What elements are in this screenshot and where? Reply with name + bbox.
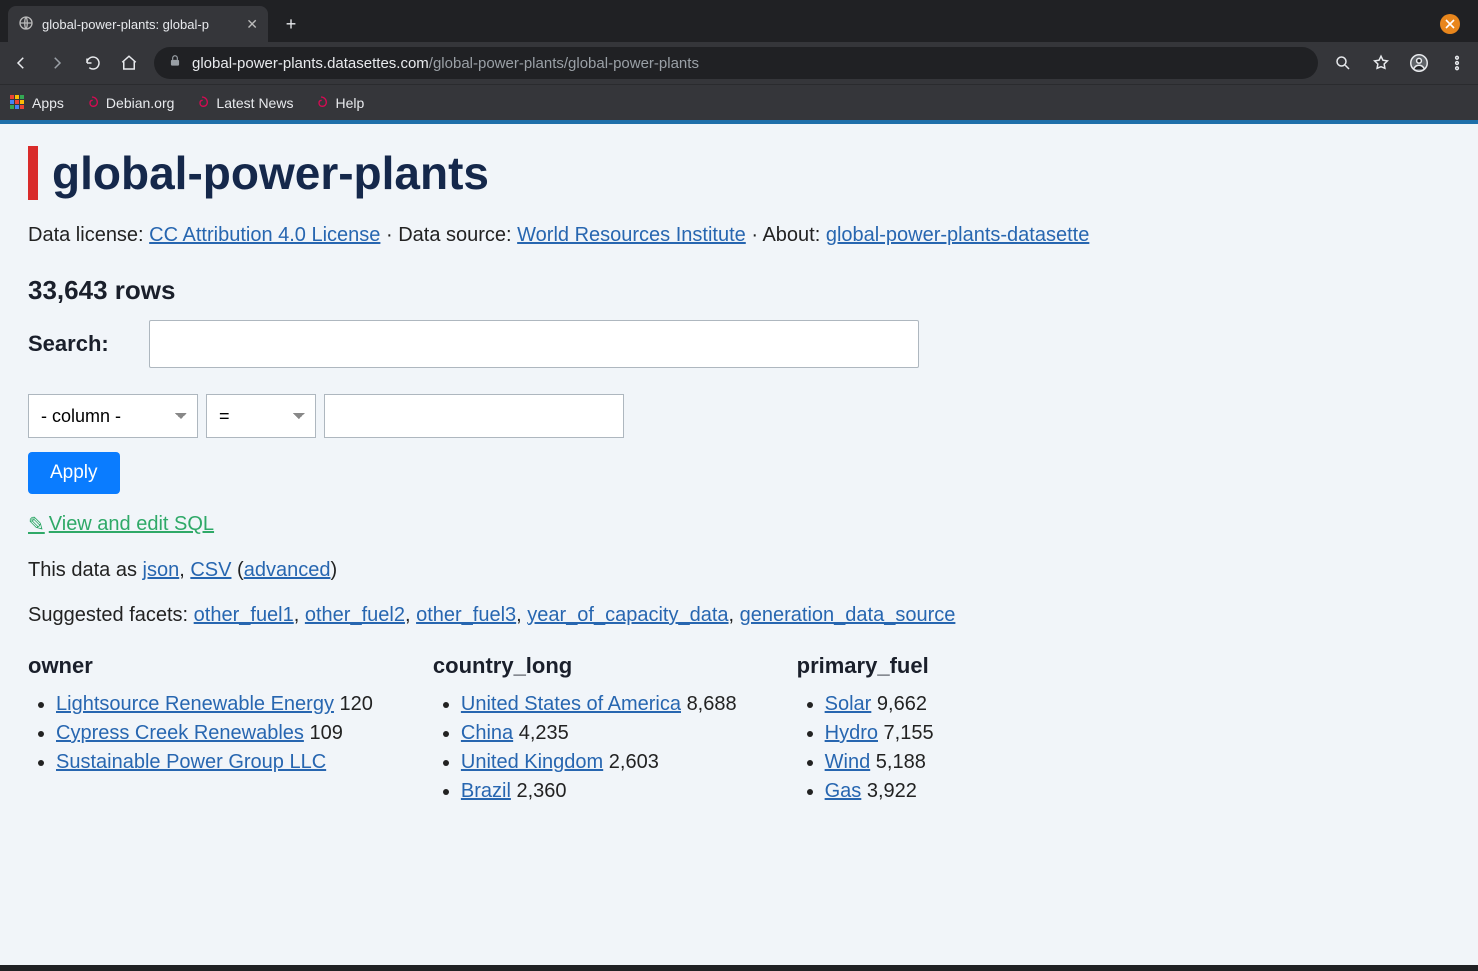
page-title: global-power-plants: [28, 146, 1450, 200]
list-item: United States of America 8,688: [461, 693, 737, 716]
tab-title: global-power-plants: global-p: [42, 17, 238, 32]
facet-item-link[interactable]: Sustainable Power Group LLC: [56, 751, 326, 773]
list-item: United Kingdom 2,603: [461, 751, 737, 774]
json-link[interactable]: json: [143, 559, 180, 581]
filter-column-select[interactable]: - column -: [28, 394, 198, 438]
csv-link[interactable]: CSV: [190, 559, 231, 581]
suggested-facets: Suggested facets: other_fuel1, other_fue…: [28, 604, 1450, 627]
about-link[interactable]: global-power-plants-datasette: [826, 224, 1090, 246]
list-item: Solar 9,662: [825, 693, 934, 716]
facet-item-link[interactable]: Wind: [825, 751, 871, 773]
facet-item-link[interactable]: Solar: [825, 693, 872, 715]
tab-bar: global-power-plants: global-p ✕ +: [0, 0, 1478, 42]
bookmark-star-icon[interactable]: [1370, 52, 1392, 74]
data-as-line: This data as json, CSV (advanced): [28, 559, 1450, 582]
filter-operator-select[interactable]: =: [206, 394, 316, 438]
bookmarks-bar: Apps Debian.org Latest News Help: [0, 84, 1478, 120]
facet-heading: primary_fuel: [797, 653, 934, 679]
view-edit-sql-link[interactable]: ✎ View and edit SQL: [28, 512, 214, 537]
apply-button[interactable]: Apply: [28, 452, 120, 494]
bookmark-help[interactable]: Help: [313, 95, 364, 111]
facet-item-link[interactable]: Brazil: [461, 780, 511, 802]
list-item: Hydro 7,155: [825, 722, 934, 745]
address-bar[interactable]: global-power-plants.datasettes.com/globa…: [154, 47, 1318, 79]
advanced-link[interactable]: advanced: [244, 559, 331, 581]
list-item: Sustainable Power Group LLC: [56, 751, 373, 774]
list-item: Gas 3,922: [825, 780, 934, 803]
pencil-icon: ✎: [28, 512, 45, 537]
facet-item-link[interactable]: Gas: [825, 780, 862, 802]
browser-toolbar: global-power-plants.datasettes.com/globa…: [0, 42, 1478, 84]
license-link[interactable]: CC Attribution 4.0 License: [149, 224, 380, 246]
home-button[interactable]: [118, 52, 140, 74]
list-item: Brazil 2,360: [461, 780, 737, 803]
menu-icon[interactable]: [1446, 52, 1468, 74]
search-input[interactable]: [149, 320, 919, 368]
facet-item-link[interactable]: Cypress Creek Renewables: [56, 722, 304, 744]
debian-swirl-icon: [84, 95, 100, 111]
facet-link[interactable]: other_fuel2: [305, 604, 405, 626]
facet-heading: owner: [28, 653, 373, 679]
filter-value-input[interactable]: [324, 394, 624, 438]
forward-button[interactable]: [46, 52, 68, 74]
facet-item-link[interactable]: United States of America: [461, 693, 681, 715]
reload-button[interactable]: [82, 52, 104, 74]
close-tab-icon[interactable]: ✕: [246, 16, 258, 33]
lock-icon: [168, 54, 182, 72]
apps-icon: [10, 95, 26, 111]
bookmark-latest-news[interactable]: Latest News: [194, 95, 293, 111]
facet-heading: country_long: [433, 653, 737, 679]
facet-country-long: country_long United States of America 8,…: [433, 653, 737, 809]
search-label: Search:: [28, 331, 109, 357]
list-item: China 4,235: [461, 722, 737, 745]
url-text: global-power-plants.datasettes.com/globa…: [192, 55, 699, 72]
facet-item-link[interactable]: China: [461, 722, 513, 744]
browser-tab[interactable]: global-power-plants: global-p ✕: [8, 6, 268, 42]
facet-link[interactable]: year_of_capacity_data: [527, 604, 728, 626]
list-item: Cypress Creek Renewables 109: [56, 722, 373, 745]
facet-item-link[interactable]: Lightsource Renewable Energy: [56, 693, 334, 715]
facet-link[interactable]: other_fuel1: [194, 604, 294, 626]
bookmark-debian[interactable]: Debian.org: [84, 95, 175, 111]
facet-owner: owner Lightsource Renewable Energy 120 C…: [28, 653, 373, 809]
source-link[interactable]: World Resources Institute: [517, 224, 746, 246]
page-viewport[interactable]: global-power-plants Data license: CC Att…: [0, 120, 1478, 965]
facet-primary-fuel: primary_fuel Solar 9,662 Hydro 7,155 Win…: [797, 653, 934, 809]
back-button[interactable]: [10, 52, 32, 74]
facet-item-link[interactable]: United Kingdom: [461, 751, 603, 773]
debian-swirl-icon: [194, 95, 210, 111]
window-close-button[interactable]: [1440, 14, 1460, 34]
debian-swirl-icon: [313, 95, 329, 111]
list-item: Wind 5,188: [825, 751, 934, 774]
row-count: 33,643 rows: [28, 275, 1450, 306]
meta-line: Data license: CC Attribution 4.0 License…: [28, 224, 1450, 247]
list-item: Lightsource Renewable Energy 120: [56, 693, 373, 716]
zoom-icon[interactable]: [1332, 52, 1354, 74]
facet-item-link[interactable]: Hydro: [825, 722, 878, 744]
new-tab-button[interactable]: +: [276, 9, 306, 39]
facets-grid: owner Lightsource Renewable Energy 120 C…: [28, 653, 1450, 809]
bookmark-apps[interactable]: Apps: [10, 95, 64, 111]
facet-link[interactable]: generation_data_source: [740, 604, 956, 626]
facet-link[interactable]: other_fuel3: [416, 604, 516, 626]
globe-icon: [18, 15, 34, 34]
profile-icon[interactable]: [1408, 52, 1430, 74]
